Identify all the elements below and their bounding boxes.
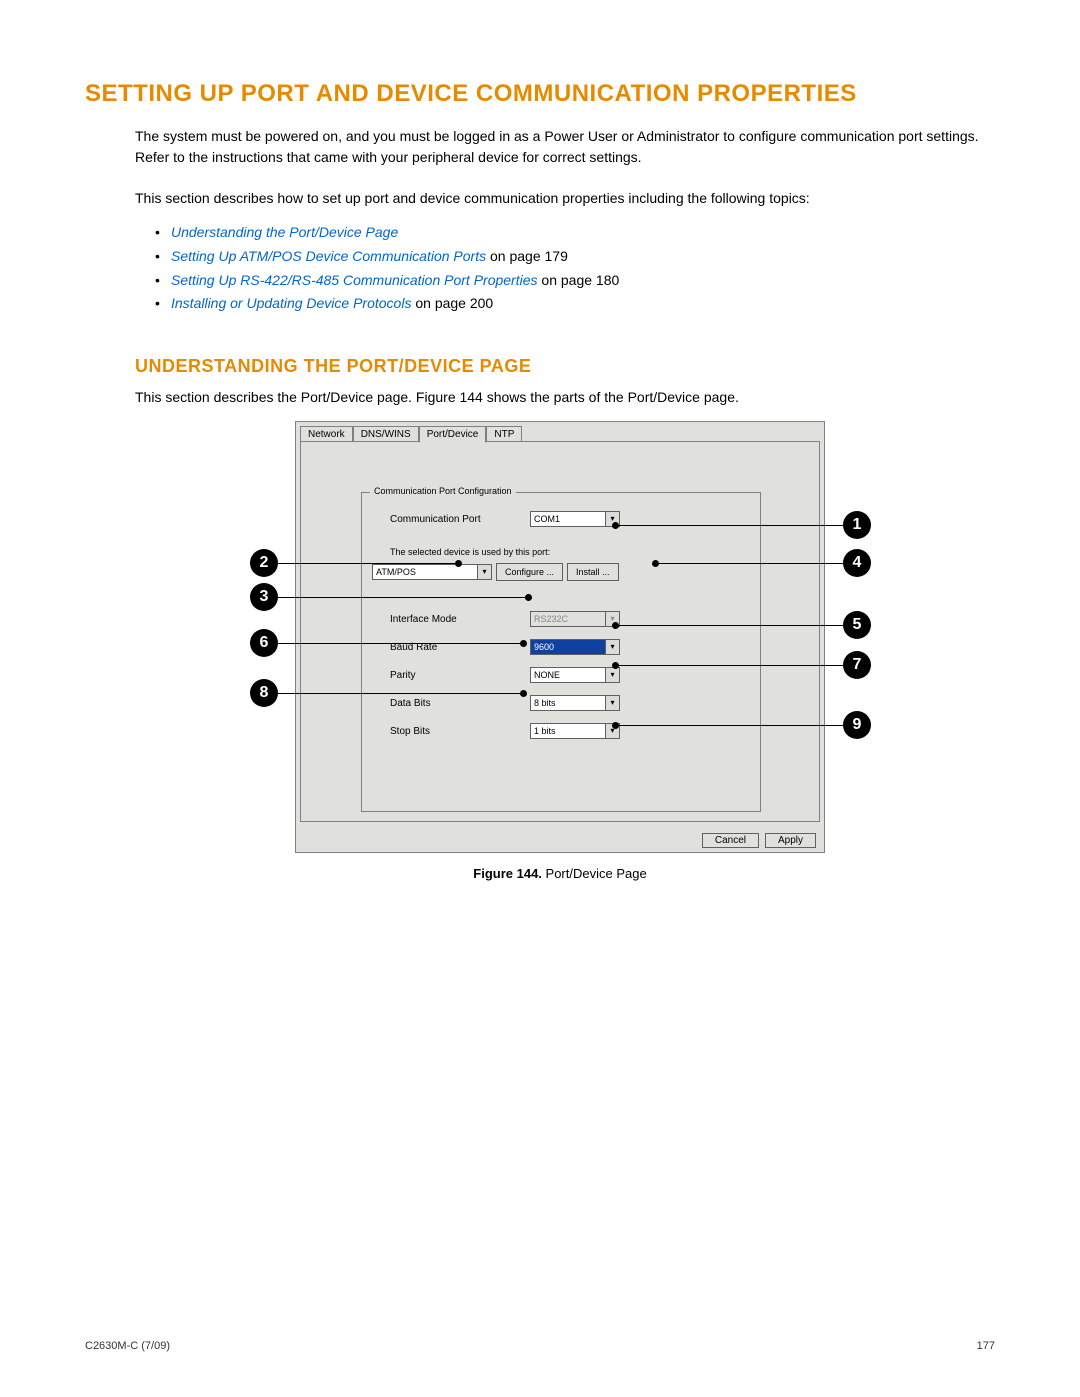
row-baud-rate: Baud Rate 9600 ▾ (390, 639, 740, 655)
figure-144: Network DNS/WINS Port/Device NTP Communi… (175, 421, 995, 901)
page-footer: C2630M-C (7/09) 177 (85, 1340, 995, 1352)
callout-7: 7 (843, 651, 871, 679)
link-text[interactable]: Setting Up RS-422/RS-485 Communication P… (171, 272, 538, 288)
topic-links: Understanding the Port/Device Page Setti… (155, 221, 995, 316)
link-text[interactable]: Understanding the Port/Device Page (171, 224, 398, 240)
apply-button[interactable]: Apply (765, 833, 816, 848)
interface-mode-select[interactable]: RS232C ▾ (530, 611, 620, 627)
footer-doc-id: C2630M-C (7/09) (85, 1340, 170, 1352)
parity-label: Parity (390, 670, 530, 681)
data-bits-value: 8 bits (534, 696, 556, 710)
leader-line (655, 563, 843, 564)
parity-select[interactable]: NONE ▾ (530, 667, 620, 683)
link-text[interactable]: Installing or Updating Device Protocols (171, 295, 411, 311)
dialog-bottom-buttons: Cancel Apply (702, 833, 816, 848)
callout-2: 2 (250, 549, 278, 577)
link-item: Setting Up ATM/POS Device Communication … (155, 245, 995, 269)
link-suffix: on page 179 (486, 248, 568, 264)
parity-value: NONE (534, 668, 560, 682)
section-heading: UNDERSTANDING THE PORT/DEVICE PAGE (135, 356, 995, 377)
install-button[interactable]: Install ... (567, 563, 619, 581)
callout-4: 4 (843, 549, 871, 577)
comm-port-groupbox: Communication Port Configuration Communi… (361, 492, 761, 812)
leader-line (615, 665, 843, 666)
interface-mode-label: Interface Mode (390, 614, 530, 625)
device-note: The selected device is used by this port… (390, 547, 550, 557)
chevron-down-icon: ▾ (605, 696, 619, 710)
device-select[interactable]: ATM/POS ▾ (372, 564, 492, 580)
callout-5: 5 (843, 611, 871, 639)
port-device-dialog: Network DNS/WINS Port/Device NTP Communi… (295, 421, 825, 853)
chevron-down-icon: ▾ (477, 565, 491, 579)
link-suffix: on page 180 (538, 272, 620, 288)
link-text[interactable]: Setting Up ATM/POS Device Communication … (171, 248, 486, 264)
chevron-down-icon: ▾ (605, 668, 619, 682)
figure-number: Figure 144. (473, 866, 542, 881)
callout-9: 9 (843, 711, 871, 739)
leader-line (615, 725, 843, 726)
section-description: This section describes the Port/Device p… (135, 389, 995, 405)
callout-1: 1 (843, 511, 871, 539)
data-bits-select[interactable]: 8 bits ▾ (530, 695, 620, 711)
groupbox-title: Communication Port Configuration (370, 486, 516, 496)
row-device: ATM/POS ▾ Configure ... Install ... (372, 563, 722, 581)
callout-8: 8 (250, 679, 278, 707)
footer-page-number: 177 (977, 1340, 995, 1352)
intro-paragraph-2: This section describes how to set up por… (135, 188, 995, 209)
leader-line (278, 693, 523, 694)
comm-port-label: Communication Port (390, 514, 530, 525)
chevron-down-icon: ▾ (605, 640, 619, 654)
leader-line (615, 625, 843, 626)
baud-rate-select[interactable]: 9600 ▾ (530, 639, 620, 655)
intro-paragraph: The system must be powered on, and you m… (135, 126, 995, 168)
baud-rate-value: 9600 (534, 640, 554, 654)
link-item: Installing or Updating Device Protocols … (155, 292, 995, 316)
stop-bits-value: 1 bits (534, 724, 556, 738)
leader-line (278, 597, 528, 598)
row-data-bits: Data Bits 8 bits ▾ (390, 695, 740, 711)
leader-line (615, 525, 843, 526)
interface-mode-value: RS232C (534, 612, 568, 626)
link-suffix: on page 200 (411, 295, 493, 311)
figure-caption: Figure 144. Port/Device Page (175, 866, 945, 881)
link-item: Setting Up RS-422/RS-485 Communication P… (155, 269, 995, 293)
figure-caption-text: Port/Device Page (542, 866, 647, 881)
comm-port-select[interactable]: COM1 ▾ (530, 511, 620, 527)
leader-line (278, 563, 458, 564)
stop-bits-label: Stop Bits (390, 726, 530, 737)
data-bits-label: Data Bits (390, 698, 530, 709)
row-parity: Parity NONE ▾ (390, 667, 740, 683)
link-item: Understanding the Port/Device Page (155, 221, 995, 245)
callout-3: 3 (250, 583, 278, 611)
tab-portdevice[interactable]: Port/Device (419, 426, 487, 443)
tab-body: Communication Port Configuration Communi… (300, 441, 820, 822)
comm-port-value: COM1 (534, 512, 560, 526)
page-title: SETTING UP PORT AND DEVICE COMMUNICATION… (85, 80, 995, 108)
callout-6: 6 (250, 629, 278, 657)
stop-bits-select[interactable]: 1 bits ▾ (530, 723, 620, 739)
leader-line (278, 643, 523, 644)
device-value: ATM/POS (376, 565, 416, 579)
cancel-button[interactable]: Cancel (702, 833, 759, 848)
configure-button[interactable]: Configure ... (496, 563, 563, 581)
